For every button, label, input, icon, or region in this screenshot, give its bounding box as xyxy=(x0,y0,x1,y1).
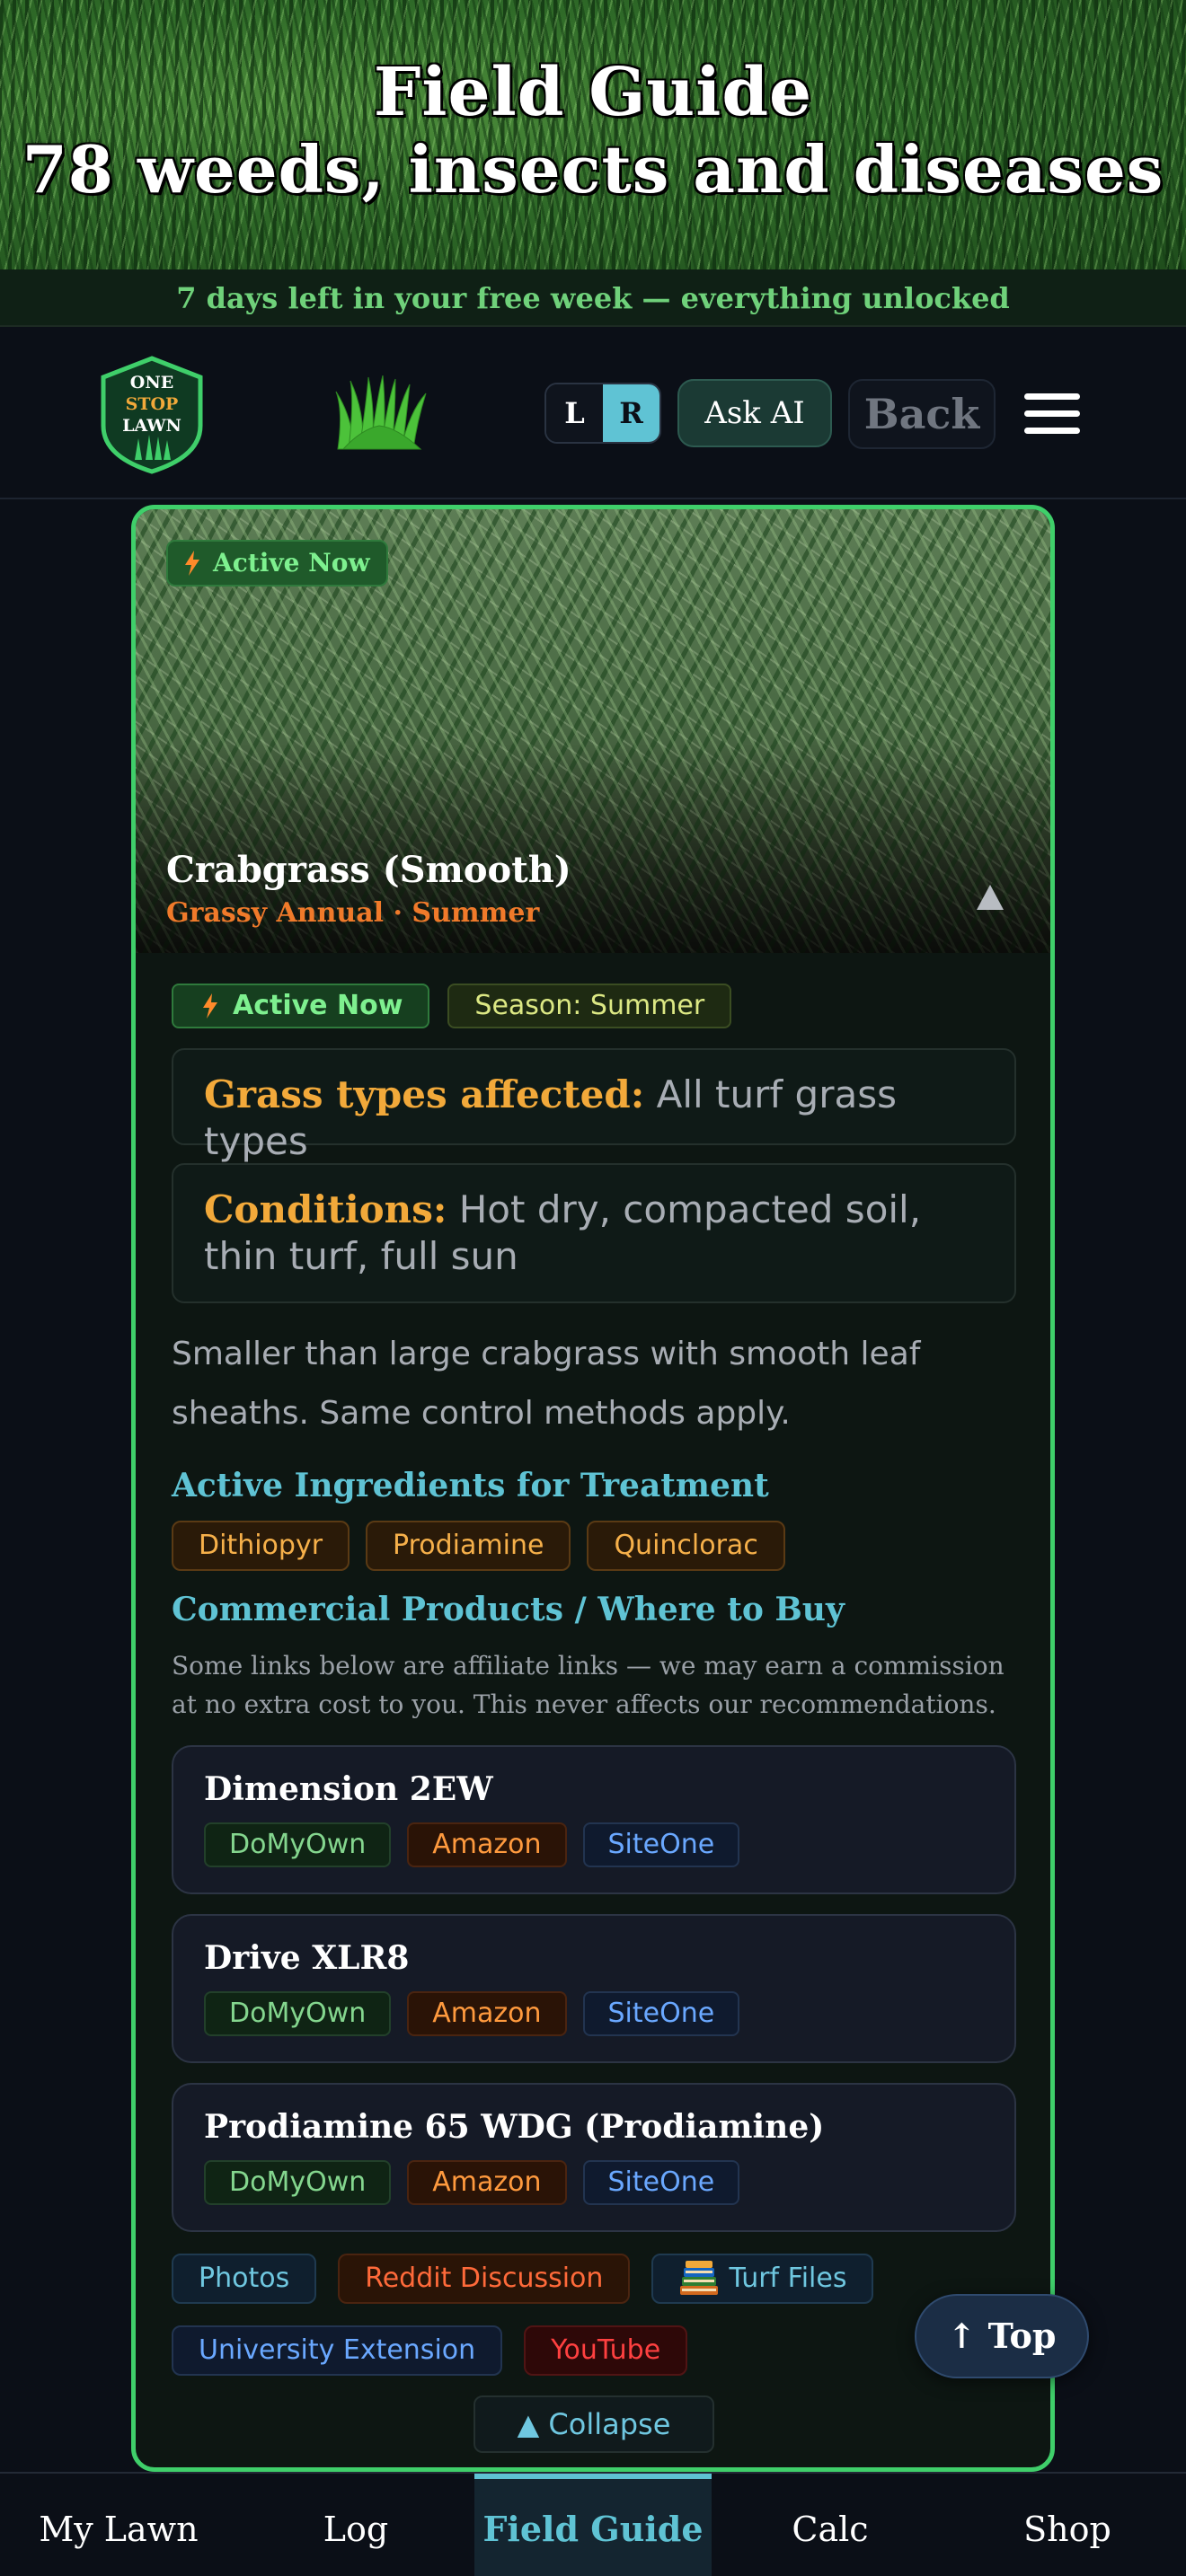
collapse-button[interactable]: ▲ Collapse xyxy=(474,2395,714,2453)
ingredient-chip[interactable]: Quinclorac xyxy=(587,1521,785,1571)
conditions-box: Conditions: Hot dry, compacted soil, thi… xyxy=(172,1163,1016,1303)
app-header: ONE STOP LAWN L R Ask AI Back xyxy=(0,329,1186,499)
svg-text:LAWN: LAWN xyxy=(122,416,181,436)
product-card: Drive XLR8 DoMyOwn Amazon SiteOne xyxy=(172,1914,1016,2063)
product-name: Drive XLR8 xyxy=(204,1939,410,1977)
weed-description: Smaller than large crabgrass with smooth… xyxy=(172,1336,921,1432)
ask-ai-button[interactable]: Ask AI xyxy=(677,379,832,447)
nav-my-lawn[interactable]: My Lawn xyxy=(0,2474,237,2576)
reddit-discussion-link[interactable]: Reddit Discussion xyxy=(338,2254,631,2304)
photos-link[interactable]: Photos xyxy=(172,2254,317,2304)
domyown-link[interactable]: DoMyOwn xyxy=(204,1822,392,1867)
collapse-triangle-icon[interactable] xyxy=(975,883,1005,912)
books-icon xyxy=(680,2261,719,2295)
siteone-link[interactable]: SiteOne xyxy=(582,1991,740,2036)
scroll-to-top-button[interactable]: ↑ Top xyxy=(915,2294,1089,2378)
active-now-photo-badge: Active Now xyxy=(166,540,388,587)
youtube-link[interactable]: YouTube xyxy=(524,2325,688,2376)
domyown-link[interactable]: DoMyOwn xyxy=(204,2160,392,2205)
page-title: Field Guide xyxy=(373,54,813,131)
photo-badge-label: Active Now xyxy=(213,548,370,578)
lightning-icon xyxy=(185,551,199,576)
ingredients-heading: Active Ingredients for Treatment xyxy=(172,1467,769,1504)
active-now-tag: Active Now xyxy=(172,984,430,1028)
resource-links-row: Photos Reddit Discussion Turf Files xyxy=(172,2254,874,2304)
lightning-icon xyxy=(203,993,217,1019)
weed-card: Active Now Crabgrass (Smooth) Grassy Ann… xyxy=(131,505,1055,2472)
back-button[interactable]: Back xyxy=(848,379,996,449)
siteone-link[interactable]: SiteOne xyxy=(582,2160,740,2205)
toggle-left[interactable]: L xyxy=(546,384,603,442)
ingredient-chip[interactable]: Prodiamine xyxy=(366,1521,571,1571)
nav-shop[interactable]: Shop xyxy=(949,2474,1186,2576)
turf-files-label: Turf Files xyxy=(729,2263,847,2294)
bottom-navigation: My Lawn Log Field Guide Calc Shop xyxy=(0,2472,1186,2576)
svg-text:STOP: STOP xyxy=(126,394,179,414)
page-subtitle: 78 weeds, insects and diseases xyxy=(22,131,1164,207)
grass-types-label: Grass types affected: xyxy=(204,1072,645,1116)
product-name: Prodiamine 65 WDG (Prodiamine) xyxy=(204,2108,825,2146)
ingredients-list: Dithiopyr Prodiamine Quinclorac xyxy=(172,1521,785,1571)
amazon-link[interactable]: Amazon xyxy=(407,1991,567,2036)
hero-banner: Field Guide 78 weeds, insects and diseas… xyxy=(0,0,1186,269)
conditions-label: Conditions: xyxy=(204,1187,447,1231)
grass-icon xyxy=(335,375,427,450)
siteone-link[interactable]: SiteOne xyxy=(582,1822,740,1867)
turf-files-link[interactable]: Turf Files xyxy=(651,2254,874,2304)
products-heading: Commercial Products / Where to Buy xyxy=(172,1591,845,1628)
product-store-links: DoMyOwn Amazon SiteOne xyxy=(204,1991,740,2036)
amazon-link[interactable]: Amazon xyxy=(407,2160,567,2205)
ingredient-chip[interactable]: Dithiopyr xyxy=(172,1521,350,1571)
one-stop-lawn-logo[interactable]: ONE STOP LAWN xyxy=(99,356,205,474)
grass-types-box: Grass types affected: All turf grass typ… xyxy=(172,1048,1016,1163)
affiliate-disclosure: Some links below are affiliate links — w… xyxy=(172,1651,1005,1719)
toggle-right[interactable]: R xyxy=(603,384,659,442)
product-card: Prodiamine 65 WDG (Prodiamine) DoMyOwn A… xyxy=(172,2083,1016,2232)
nav-calc[interactable]: Calc xyxy=(712,2474,949,2576)
active-tag-label: Active Now xyxy=(233,990,403,1021)
product-name: Dimension 2EW xyxy=(204,1770,493,1808)
amazon-link[interactable]: Amazon xyxy=(407,1822,567,1867)
status-tags: Active Now Season: Summer xyxy=(172,984,732,1028)
season-tag: Season: Summer xyxy=(447,984,732,1028)
left-right-toggle[interactable]: L R xyxy=(544,383,661,444)
domyown-link[interactable]: DoMyOwn xyxy=(204,1991,392,2036)
hamburger-menu-icon[interactable] xyxy=(1024,393,1080,435)
university-extension-link[interactable]: University Extension xyxy=(172,2325,503,2376)
nav-field-guide[interactable]: Field Guide xyxy=(474,2474,712,2576)
weed-category: Grassy Annual · Summer xyxy=(166,897,540,929)
product-card: Dimension 2EW DoMyOwn Amazon SiteOne xyxy=(172,1745,1016,1894)
product-store-links: DoMyOwn Amazon SiteOne xyxy=(204,1822,740,1867)
trial-banner: 7 days left in your free week — everythi… xyxy=(0,269,1186,327)
resource-links-row: University Extension YouTube xyxy=(172,2325,688,2376)
svg-text:ONE: ONE xyxy=(130,373,173,393)
product-store-links: DoMyOwn Amazon SiteOne xyxy=(204,2160,740,2205)
nav-log[interactable]: Log xyxy=(237,2474,474,2576)
weed-name: Crabgrass (Smooth) xyxy=(166,849,571,891)
